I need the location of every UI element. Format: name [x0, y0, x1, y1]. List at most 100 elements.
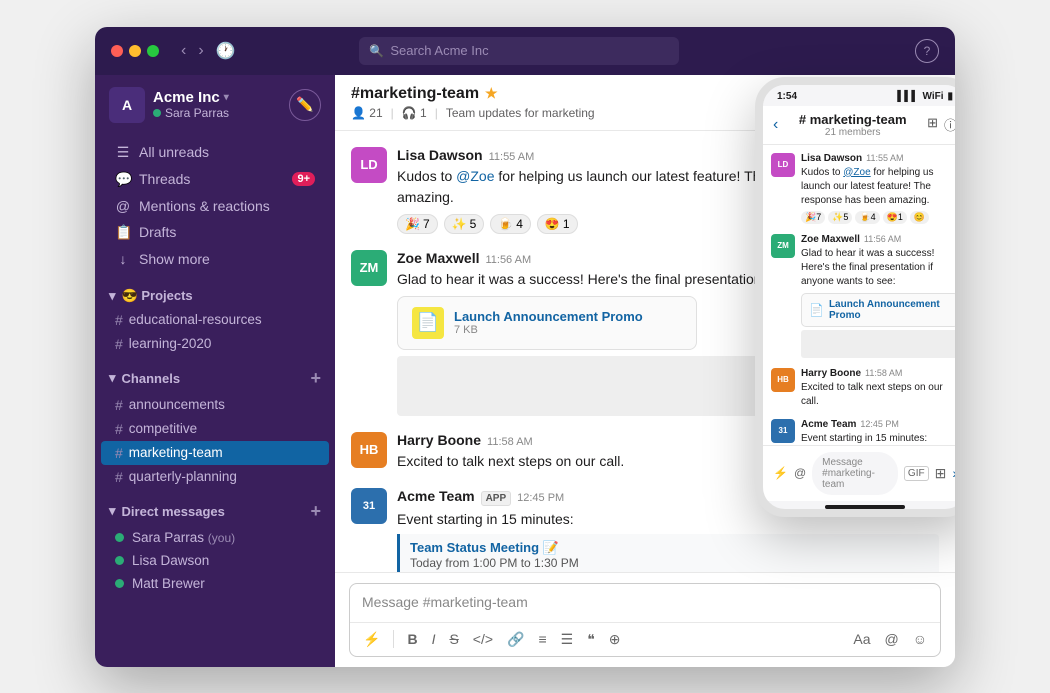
- search-input[interactable]: [390, 43, 669, 58]
- sidebar-item-label: All unreads: [139, 144, 209, 160]
- mobile-file[interactable]: 📄 Launch Announcement Promo: [801, 293, 955, 327]
- menu-icon: ☰: [115, 144, 131, 161]
- event-block[interactable]: Team Status Meeting 📝 Today from 1:00 PM…: [397, 534, 939, 572]
- italic-button[interactable]: I: [429, 629, 439, 649]
- sidebar-item-drafts[interactable]: 📋 Drafts: [101, 219, 329, 246]
- channel-item-educational[interactable]: # educational-resources: [101, 308, 329, 332]
- mobile-plus-icon[interactable]: ⊞: [935, 465, 947, 482]
- dm-name: Lisa Dawson: [132, 553, 209, 568]
- file-attachment[interactable]: 📄 Launch Announcement Promo 7 KB: [397, 296, 697, 350]
- sidebar-item-threads[interactable]: 💬 Threads 9+: [101, 166, 329, 193]
- channel-item-announcements[interactable]: # announcements: [101, 393, 329, 417]
- title-bar: ‹ › 🕐 🔍 ?: [95, 27, 955, 75]
- search-bar[interactable]: 🔍: [359, 37, 679, 65]
- mobile-search-icon[interactable]: ⊞: [927, 115, 938, 134]
- mobile-input-area: ⚡ @ Message #marketing-team GIF ⊞ ›: [763, 445, 955, 501]
- workspace-info: Acme Inc ▾ Sara Parras: [153, 89, 229, 120]
- mobile-at-icon[interactable]: @: [794, 466, 806, 480]
- workspace-name[interactable]: Acme Inc ▾: [153, 89, 229, 106]
- channel-item-quarterly-planning[interactable]: # quarterly-planning: [101, 465, 329, 489]
- close-traffic-light[interactable]: [111, 45, 123, 57]
- mobile-reaction[interactable]: 🎉7: [801, 211, 825, 224]
- strikethrough-button[interactable]: S: [446, 629, 461, 649]
- msg-author: Zoe Maxwell: [397, 250, 479, 266]
- block-quote-button[interactable]: ❝: [584, 629, 598, 650]
- code-button[interactable]: </>: [470, 629, 496, 649]
- mobile-text: Glad to hear it was a success! Here's th…: [801, 247, 955, 289]
- mobile-msg-content: Zoe Maxwell 11:56 AM Glad to hear it was…: [801, 234, 955, 358]
- file-size: 7 KB: [454, 324, 682, 336]
- mobile-reaction[interactable]: ✨5: [828, 211, 852, 224]
- reaction-item[interactable]: 🍺 4: [490, 214, 531, 234]
- hash-icon: #: [115, 445, 123, 461]
- bold-button[interactable]: B: [404, 629, 420, 649]
- mobile-file-thumb: [801, 330, 955, 358]
- mobile-text: Kudos to @Zoe for helping us launch our …: [801, 166, 955, 208]
- mobile-reaction[interactable]: 😊: [910, 211, 929, 224]
- mobile-reaction[interactable]: 😍1: [883, 211, 907, 224]
- mobile-msg-header: Harry Boone 11:58 AM: [801, 368, 955, 379]
- maximize-traffic-light[interactable]: [147, 45, 159, 57]
- message-input[interactable]: [362, 594, 928, 610]
- mobile-author: Harry Boone: [801, 368, 861, 379]
- sidebar-item-label: Show more: [139, 251, 210, 267]
- add-channel-button[interactable]: +: [310, 368, 321, 389]
- mobile-gif-icon[interactable]: GIF: [904, 466, 929, 481]
- mobile-message-zoe: ZM Zoe Maxwell 11:56 AM Glad to hear it …: [771, 234, 955, 358]
- toolbar-divider: [393, 630, 394, 648]
- mobile-send-icon[interactable]: ›: [952, 465, 955, 481]
- mobile-lightning-icon[interactable]: ⚡: [773, 466, 788, 480]
- msg-time: 11:58 AM: [487, 436, 533, 448]
- more-formatting-button[interactable]: ⊕: [606, 629, 624, 650]
- mobile-status-icons: ▌▌▌ WiFi ▮: [897, 91, 953, 102]
- msg-author: Lisa Dawson: [397, 147, 483, 163]
- hash-icon: #: [115, 336, 123, 352]
- sidebar-item-unreads[interactable]: ☰ All unreads: [101, 139, 329, 166]
- mentions-icon: @: [115, 198, 131, 214]
- hash-icon: #: [115, 421, 123, 437]
- mobile-mention[interactable]: @Zoe: [843, 167, 870, 178]
- star-icon[interactable]: ★: [485, 85, 498, 102]
- msg-time: 11:56 AM: [485, 254, 531, 266]
- mobile-channel-info: # marketing-team 21 members: [778, 112, 927, 138]
- mobile-message-input[interactable]: Message #marketing-team: [812, 452, 898, 495]
- channel-description: Team updates for marketing: [446, 106, 595, 120]
- mention-link[interactable]: @Zoe: [456, 168, 494, 184]
- mobile-time: 12:45 PM: [860, 419, 899, 429]
- threads-badge: 9+: [292, 172, 315, 186]
- help-button[interactable]: ?: [915, 39, 939, 63]
- link-button[interactable]: 🔗: [504, 629, 527, 650]
- mobile-file-name: Launch Announcement Promo: [829, 299, 951, 321]
- sidebar-item-mentions[interactable]: @ Mentions & reactions: [101, 193, 329, 219]
- channel-item-competitive[interactable]: # competitive: [101, 417, 329, 441]
- at-mention-button[interactable]: @: [881, 629, 901, 649]
- reaction-item[interactable]: 😍 1: [537, 214, 578, 234]
- compose-button[interactable]: ✏️: [289, 89, 321, 121]
- lightning-button[interactable]: ⚡: [360, 629, 383, 650]
- channel-item-marketing-team[interactable]: # marketing-team: [101, 441, 329, 465]
- ordered-list-button[interactable]: ≡: [535, 629, 549, 649]
- file-info: Launch Announcement Promo 7 KB: [454, 309, 682, 336]
- emoji-button[interactable]: ☺: [910, 629, 930, 649]
- projects-section-header: ▾ 😎 Projects: [95, 276, 335, 308]
- add-dm-button[interactable]: +: [310, 501, 321, 522]
- channel-item-learning[interactable]: # learning-2020: [101, 332, 329, 356]
- back-button[interactable]: ‹: [175, 38, 192, 64]
- reaction-item[interactable]: ✨ 5: [444, 214, 485, 234]
- dm-item-matt[interactable]: Matt Brewer: [101, 572, 329, 595]
- dm-item-lisa[interactable]: Lisa Dawson: [101, 549, 329, 572]
- reaction-item[interactable]: 🎉 7: [397, 214, 438, 234]
- mobile-info-icon[interactable]: ⓘ: [944, 115, 955, 134]
- file-name: Launch Announcement Promo: [454, 309, 682, 324]
- unordered-list-button[interactable]: ☰: [558, 629, 577, 650]
- mobile-reaction[interactable]: 🍺4: [855, 211, 879, 224]
- history-button[interactable]: 🕐: [210, 37, 242, 65]
- online-dot-icon: [115, 533, 124, 542]
- members-info: 👤 21: [351, 106, 383, 120]
- sidebar-item-show-more[interactable]: ↓ Show more: [101, 246, 329, 272]
- forward-button[interactable]: ›: [192, 38, 209, 64]
- mobile-time: 11:56 AM: [864, 234, 901, 244]
- font-button[interactable]: Aa: [850, 629, 873, 649]
- minimize-traffic-light[interactable]: [129, 45, 141, 57]
- dm-item-sara[interactable]: Sara Parras (you): [101, 526, 329, 549]
